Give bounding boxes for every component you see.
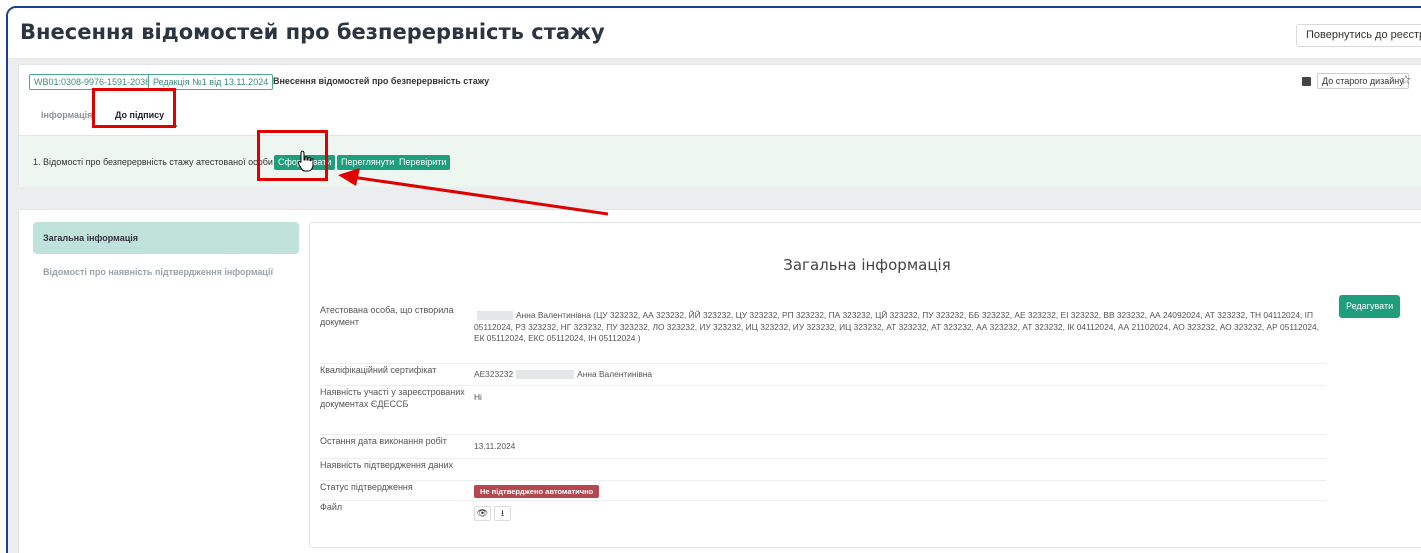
redacted-surname xyxy=(516,370,575,380)
old-design-button[interactable]: До старого дизайну xyxy=(1317,73,1409,89)
info-panel: Загальна інформація Редагувати Атестован… xyxy=(309,222,1421,548)
status-badge: Не підтверджено автоматично xyxy=(474,485,600,498)
signature-step-row: 1. Відомості про безперервність стажу ат… xyxy=(19,135,1421,187)
row-value: Анна Валентинівна (ЦУ 323232, АА 323232,… xyxy=(474,310,1326,345)
document-title: Внесення відомостей про безперервність с… xyxy=(273,76,490,86)
row-value: 13.11.2024 xyxy=(474,441,516,451)
sidebar-item-general-info[interactable]: Загальна інформація xyxy=(33,222,299,254)
square-icon xyxy=(1302,77,1311,86)
active-tab-indicator xyxy=(109,125,177,127)
row-label: Кваліфікаційний сертифікат xyxy=(320,365,437,375)
app-window: Внесення відомостей про безперервність с… xyxy=(6,6,1421,553)
certificate-name: Анна Валентинівна xyxy=(577,369,653,379)
table-row: Кваліфікаційний сертифікат АЕ323232 Анна … xyxy=(320,364,1326,386)
row-value: Ні xyxy=(474,392,482,402)
attested-person-value: Анна Валентинівна (ЦУ 323232, АА 323232,… xyxy=(474,310,1320,343)
check-button[interactable]: Перевірити xyxy=(395,155,451,170)
tab-information[interactable]: Інформація xyxy=(41,110,92,120)
tab-for-signature[interactable]: До підпису xyxy=(115,110,164,120)
table-row: Наявність підтвердження даних xyxy=(320,459,1326,481)
info-table: Атестована особа, що створила документ А… xyxy=(320,304,1326,523)
table-row: Статус підтвердження Не підтверджено авт… xyxy=(320,481,1326,501)
row-label: Остання дата виконання робіт xyxy=(320,436,447,446)
star-icon[interactable]: ☆ xyxy=(1400,72,1412,88)
title-bar: Внесення відомостей про безперервність с… xyxy=(8,8,1421,58)
row-value: 👁 ⭳ xyxy=(474,506,1326,521)
table-row: Файл 👁 ⭳ xyxy=(320,501,1326,523)
general-info-card: Загальна інформація Відомості про наявні… xyxy=(18,209,1421,553)
sidebar-item-confirmation-info[interactable]: Відомості про наявність підтвердження ін… xyxy=(43,267,273,277)
certificate-prefix: АЕ323232 xyxy=(474,369,514,379)
redacted-surname xyxy=(477,311,513,321)
eye-icon[interactable]: 👁 xyxy=(474,506,491,521)
row-label: Наявність підтвердження даних xyxy=(320,460,454,470)
row-value: Не підтверджено автоматично xyxy=(474,485,1326,498)
page-title: Внесення відомостей про безперервність с… xyxy=(20,20,605,44)
download-icon[interactable]: ⭳ xyxy=(494,506,511,521)
document-header-card: WB01:0308-9976-1591-2036 Редакція №1 від… xyxy=(18,64,1421,187)
review-button[interactable]: Переглянути xyxy=(337,155,399,170)
back-to-registry-button[interactable]: Повернутись до реєстру xyxy=(1296,24,1421,47)
document-number-badge: WB01:0308-9976-1591-2036 xyxy=(29,74,156,90)
row-label: Статус підтвердження xyxy=(320,482,413,492)
hand-cursor-icon xyxy=(297,150,314,172)
table-row: Наявність участі у зареєстрованих докуме… xyxy=(320,386,1326,435)
table-row: Остання дата виконання робіт 13.11.2024 xyxy=(320,435,1326,459)
step-text: 1. Відомості про безперервність стажу ат… xyxy=(33,157,273,167)
row-label: Наявність участі у зареєстрованих докуме… xyxy=(320,387,465,409)
info-title: Загальна інформація xyxy=(783,256,951,274)
edit-button[interactable]: Редагувати xyxy=(1339,295,1401,318)
row-label: Атестована особа, що створила документ xyxy=(320,305,454,327)
table-row: Атестована особа, що створила документ А… xyxy=(320,304,1326,364)
revision-badge: Редакція №1 від 13.11.2024 xyxy=(148,74,274,90)
row-value: АЕ323232 Анна Валентинівна xyxy=(474,369,1326,381)
row-label: Файл xyxy=(320,502,343,512)
